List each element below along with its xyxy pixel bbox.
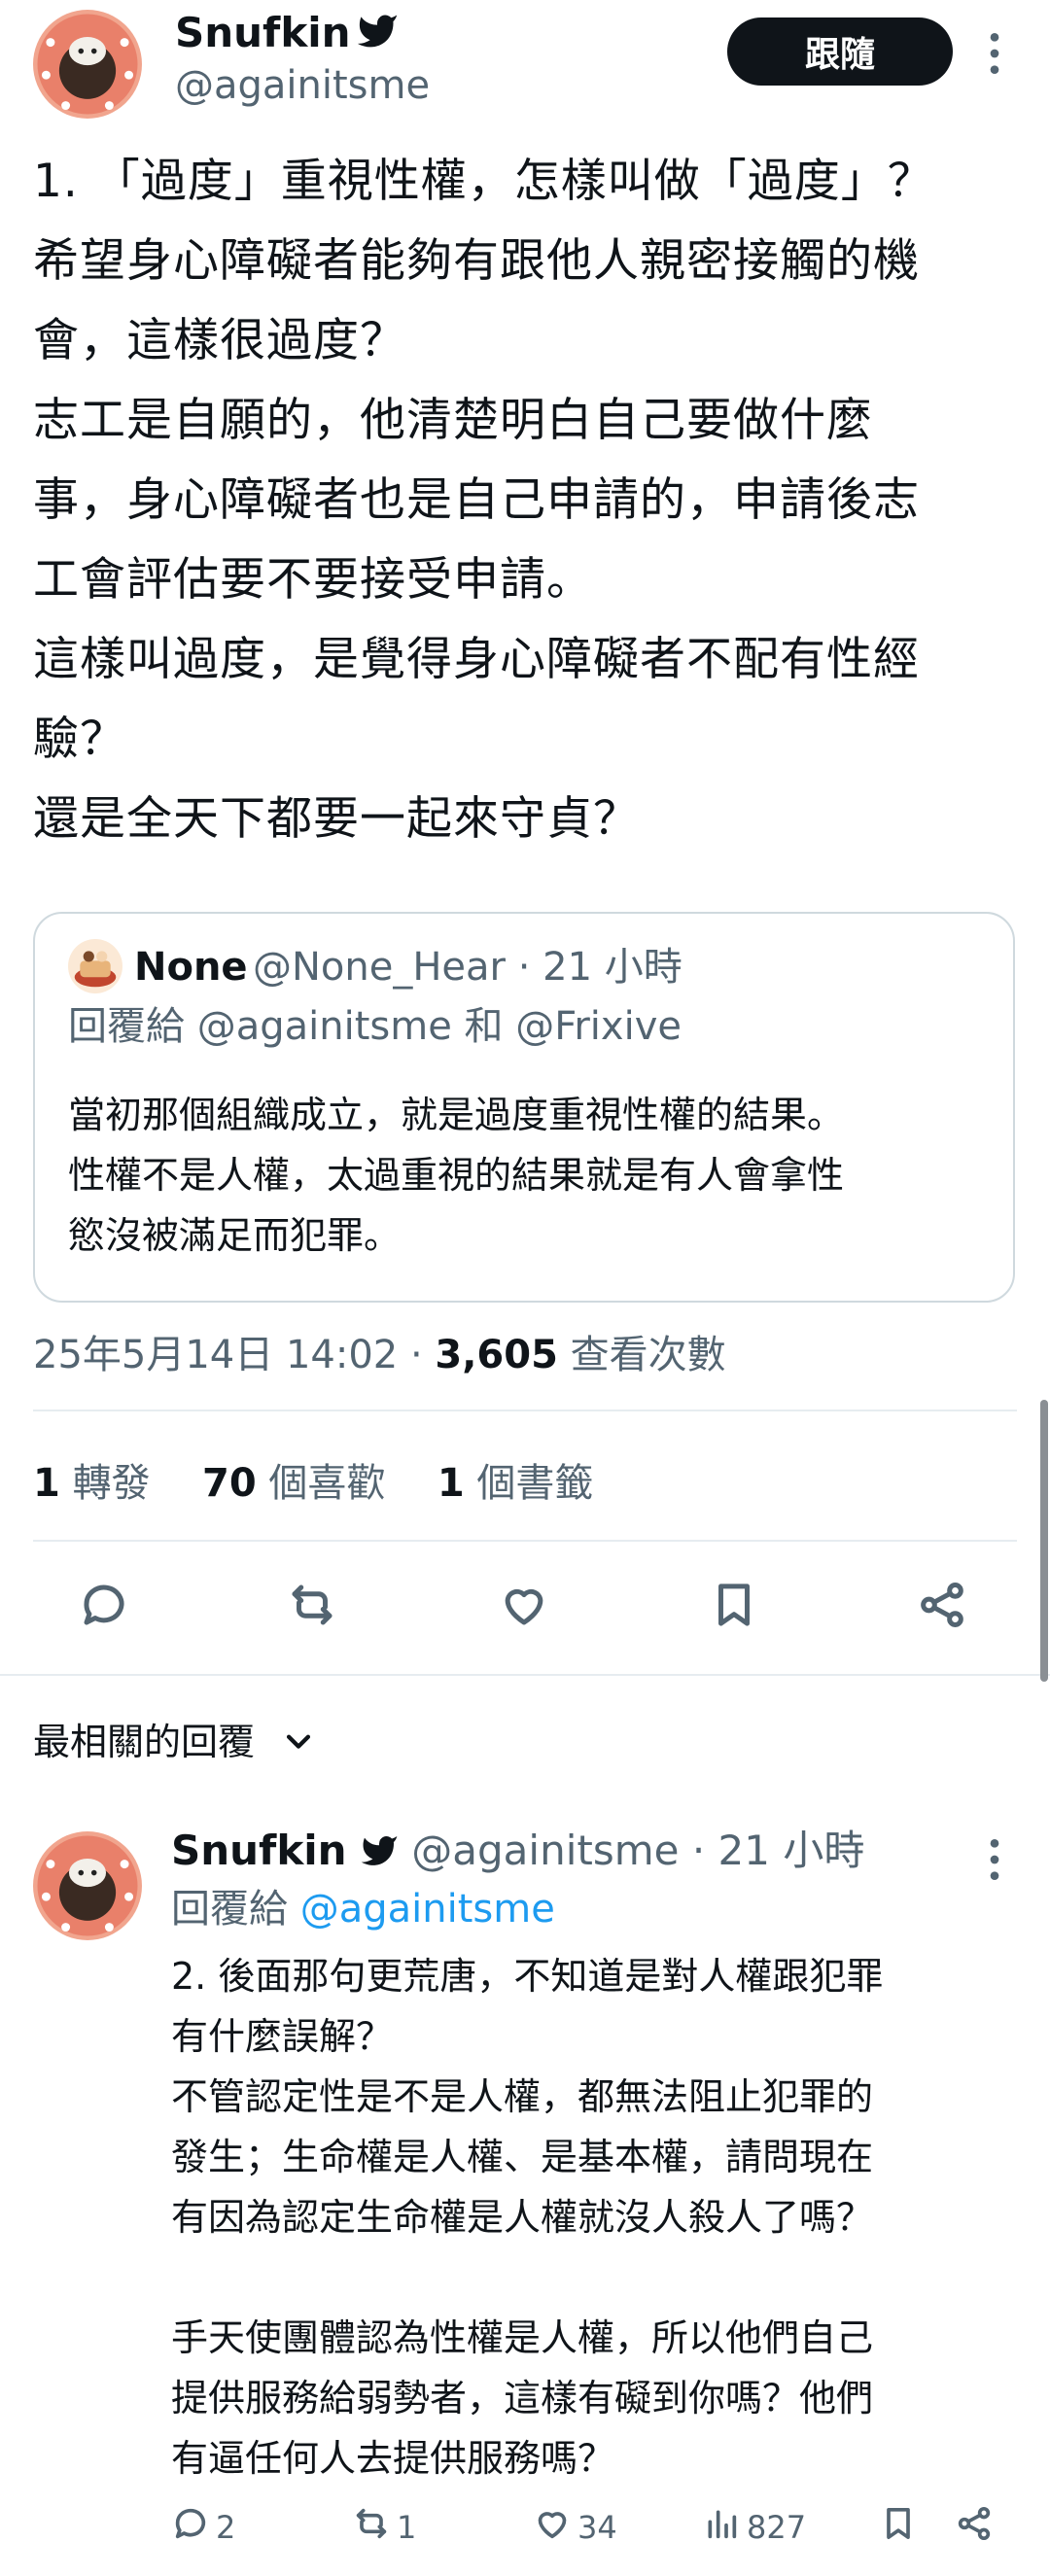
chevron-down-icon (282, 1716, 315, 1774)
views-icon (702, 2504, 741, 2551)
reply-views-count: 827 (747, 2509, 807, 2546)
quoted-line: 當初那個組織成立，就是過度重視性權的結果。 (68, 1094, 845, 1136)
tweet-line: 事，身心障礙者也是自己申請的，申請後志 (33, 473, 920, 527)
quoted-reply-line: 回覆給 @againitsme 和 @Frixive (68, 997, 682, 1056)
reply-body: 2. 後面那句更荒唐，不知道是對人權跟犯罪 有什麼誤解？ 不管認定性是不是人權，… (171, 1946, 883, 2489)
quoted-reply-mention-2[interactable]: @Frixive (515, 1004, 682, 1049)
reply-to-line: 回覆給 @againitsme (171, 1880, 555, 1938)
tweet-line: 志工是自願的，他清楚明白自己要做什麼 (33, 394, 873, 447)
reply-line: 2. 後面那句更荒唐，不知道是對人權跟犯罪 (171, 1955, 884, 1998)
divider (33, 1410, 1017, 1411)
reply-icon[interactable] (78, 1579, 130, 1635)
bookmark-icon[interactable] (708, 1579, 760, 1635)
reply-retweets-count: 1 (397, 2509, 417, 2546)
tweet-meta: 25年5月14日 14:02 · 3,605 查看次數 (33, 1326, 726, 1384)
quoted-author-handle: @None_Hear · 21 小時 (253, 941, 682, 993)
replies-sort-dropdown[interactable]: 最相關的回覆 (33, 1713, 315, 1774)
quoted-line: 慾沒被滿足而犯罪。 (68, 1214, 402, 1257)
like-icon[interactable] (498, 1579, 550, 1635)
retweets-stat[interactable]: 1 轉發 (33, 1461, 162, 1506)
reply-like-action[interactable]: 34 (533, 2504, 617, 2551)
reply-to-mention[interactable]: @againitsme (300, 1887, 555, 1932)
author-avatar[interactable] (33, 10, 142, 119)
tweet-line: 工會評估要不要接受申請。 (33, 553, 593, 607)
reply-time: · 21 小時 (691, 1827, 865, 1874)
follow-button-label: 跟隨 (804, 35, 875, 75)
retweets-label: 轉發 (72, 1461, 151, 1506)
reply-share-action[interactable] (955, 2504, 994, 2547)
reply-line: 有逼任何人去提供服務嗎？ (171, 2437, 615, 2480)
retweet-icon (352, 2504, 391, 2551)
quoted-tweet-card[interactable]: None @None_Hear · 21 小時 回覆給 @againitsme … (33, 912, 1015, 1303)
likes-stat[interactable]: 70 個喜歡 (202, 1461, 398, 1506)
reply-line: 發生；生命權是人權、是基本權，請問現在 (171, 2136, 874, 2178)
reply-header: Snufkin @againitsme · 21 小時 (171, 1820, 864, 1888)
bookmarks-stat[interactable]: 1 個書籤 (438, 1461, 594, 1506)
reply-line: 有什麼誤解？ (171, 2015, 394, 2058)
like-icon (533, 2504, 572, 2551)
reply-retweet-action[interactable]: 1 (352, 2504, 416, 2551)
bookmarks-count: 1 (437, 1461, 465, 1506)
views-label: 查看次數 (570, 1333, 726, 1377)
divider (33, 1540, 1017, 1542)
tweet-body: 1. 「過度」重視性權，怎樣叫做「過度」？ 希望身心障礙者能夠有跟他人親密接觸的… (33, 142, 1025, 859)
reply-reply-action[interactable]: 2 (171, 2504, 235, 2551)
verified-badge-icon (356, 10, 399, 56)
quoted-tweet-body: 當初那個組織成立，就是過度重視性權的結果。 性權不是人權，太過重視的結果就是有人… (68, 1085, 844, 1266)
reply-line: 提供服務給弱勢者，這樣有礙到你嗎？他們 (171, 2377, 874, 2419)
verified-badge-icon (360, 1826, 399, 1888)
tweet-timestamp[interactable]: 25年5月14日 14:02 (33, 1333, 398, 1377)
retweets-count: 1 (33, 1461, 60, 1506)
tweet-line: 驗？ (33, 713, 126, 766)
bookmark-icon (879, 2508, 918, 2547)
reply-to-prefix: 回覆給 (171, 1887, 288, 1932)
views-count: 3,605 (435, 1333, 558, 1377)
retweet-icon[interactable] (286, 1579, 338, 1635)
reply-icon (171, 2504, 210, 2551)
replies-sort-label: 最相關的回覆 (33, 1721, 256, 1763)
quoted-reply-join: 和 (464, 1004, 504, 1049)
reply-bookmark-action[interactable] (879, 2504, 918, 2547)
meta-dot: · (409, 1333, 423, 1377)
author-name[interactable]: Snufkin (175, 4, 351, 62)
likes-count: 70 (202, 1461, 257, 1506)
reply-line: 有因為認定生命權是人權就沒人殺人了嗎？ (171, 2196, 874, 2239)
likes-label: 個喜歡 (268, 1461, 386, 1506)
tweet-line: 1. 「過度」重視性權，怎樣叫做「過度」？ (33, 155, 934, 208)
reply-author-avatar[interactable] (33, 1831, 142, 1940)
quoted-reply-prefix: 回覆給 (68, 1004, 185, 1049)
more-icon[interactable] (978, 29, 1011, 78)
reply-author-handle[interactable]: @againitsme (411, 1827, 679, 1874)
divider (0, 1674, 1050, 1676)
tweet-stats: 1 轉發 70 個喜歡 1 個書籤 (33, 1454, 593, 1513)
reply-author-name[interactable]: Snufkin (171, 1827, 347, 1874)
reply-line (171, 2247, 883, 2308)
quoted-time: · 21 小時 (517, 945, 682, 990)
tweet-line: 這樣叫過度，是覺得身心障礙者不配有性經 (33, 633, 920, 686)
reply-replies-count: 2 (216, 2509, 236, 2546)
quoted-author-name: None (134, 945, 248, 990)
tweet-line: 會，這樣很過度？ (33, 314, 406, 367)
bookmarks-label: 個書籤 (476, 1461, 594, 1506)
reply-likes-count: 34 (578, 2509, 617, 2546)
quoted-handle-text: @None_Hear (253, 945, 506, 990)
author-handle[interactable]: @againitsme (175, 58, 430, 113)
follow-button[interactable]: 跟隨 (727, 17, 953, 86)
scrollbar-thumb[interactable] (1040, 1400, 1048, 1682)
reply-line: 手天使團體認為性權是人權，所以他們自己 (171, 2316, 874, 2359)
tweet-line: 還是全天下都要一起來守貞？ (33, 792, 640, 846)
quoted-author-avatar (68, 939, 122, 993)
share-icon (955, 2507, 994, 2547)
reply-more-icon[interactable] (978, 1835, 1011, 1884)
tweet-line: 希望身心障礙者能夠有跟他人親密接觸的機 (33, 234, 920, 288)
quoted-reply-mention-1[interactable]: @againitsme (197, 1004, 452, 1049)
reply-views-action[interactable]: 827 (702, 2504, 806, 2551)
reply-line: 不管認定性是不是人權，都無法阻止犯罪的 (171, 2075, 874, 2118)
quoted-line: 性權不是人權，太過重視的結果就是有人會拿性 (68, 1154, 845, 1197)
avatar-image (37, 14, 138, 115)
share-icon[interactable] (916, 1579, 968, 1635)
